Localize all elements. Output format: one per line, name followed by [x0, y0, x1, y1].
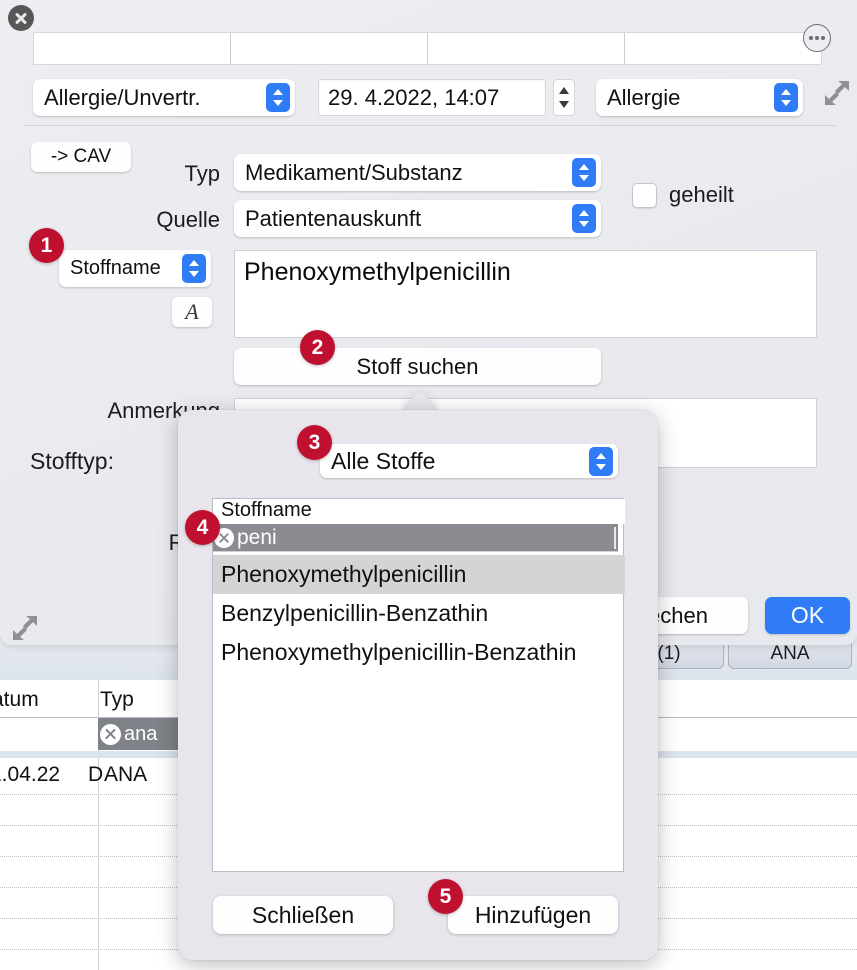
stoffname-popup-label: Stoffname — [70, 257, 161, 279]
stofftyp-popup-label: Alle Stoffe — [331, 447, 436, 474]
top-toolbar — [33, 32, 822, 65]
date-value: 29. 4.2022, 14:07 — [328, 84, 500, 110]
substance-text-value: Phenoxymethylpenicillin — [244, 258, 511, 286]
step-badge-4: 4 — [185, 510, 220, 545]
geheilt-checkbox[interactable] — [632, 182, 657, 208]
stofftyp-label: Stofftyp: — [30, 448, 114, 474]
resize-handle-icon[interactable] — [824, 80, 850, 106]
text-caret — [614, 527, 616, 549]
list-item[interactable]: Phenoxymethylpenicillin-Benzathin — [213, 633, 625, 672]
screen-root: (1) ANA atum Typ ana 1.04.22 D ANA — [0, 0, 857, 970]
chevron-updown-icon — [572, 204, 596, 233]
step-badge-5: 5 — [428, 879, 463, 914]
table-filter-field[interactable]: ana — [98, 718, 180, 750]
step-badge-3: 3 — [297, 425, 332, 460]
category-popup-button[interactable]: Allergie/Unvertr. — [33, 79, 295, 116]
typ-popup-label: Medikament/Substanz — [245, 159, 463, 185]
hinzufuegen-button[interactable]: Hinzufügen — [448, 896, 618, 934]
step-badge-2: 2 — [300, 330, 335, 365]
typ-popup-button[interactable]: Medikament/Substanz — [234, 154, 601, 191]
chevron-updown-icon — [266, 83, 290, 112]
chevron-updown-icon — [589, 446, 613, 476]
toolbar-segment-3[interactable] — [428, 33, 625, 64]
toolbar-segment-1[interactable] — [34, 33, 231, 64]
column-header-datum[interactable]: atum — [0, 688, 39, 712]
kind-popup-button[interactable]: Allergie — [596, 79, 803, 116]
list-item[interactable]: Phenoxymethylpenicillin — [213, 555, 625, 594]
cav-button[interactable]: -> CAV — [31, 142, 131, 172]
geheilt-checkbox-row[interactable]: geheilt — [632, 182, 734, 208]
chevron-updown-icon — [182, 254, 206, 283]
toolbar-segment-4[interactable] — [625, 33, 821, 64]
quelle-label: Quelle — [156, 207, 220, 232]
geheilt-label: geheilt — [669, 182, 734, 207]
category-popup-label: Allergie/Unvertr. — [44, 84, 201, 110]
schliessen-button[interactable]: Schließen — [213, 896, 393, 934]
cell-typ-prefix: D — [88, 763, 104, 786]
quelle-popup-button[interactable]: Patientenauskunft — [234, 200, 601, 237]
date-field[interactable]: 29. 4.2022, 14:07 — [318, 79, 546, 116]
step-badge-1: 1 — [29, 228, 64, 263]
chevron-updown-icon — [572, 158, 596, 187]
kind-popup-label: Allergie — [607, 84, 681, 110]
substance-textarea[interactable]: Phenoxymethylpenicillin — [234, 250, 817, 338]
list-column-header[interactable]: Stoffname — [213, 499, 625, 524]
typ-label: Typ — [184, 161, 220, 186]
close-icon[interactable] — [8, 5, 34, 31]
toolbar-segment-2[interactable] — [231, 33, 428, 64]
text-format-button[interactable]: A — [172, 297, 212, 327]
list-item[interactable]: Benzylpenicillin-Benzathin — [213, 594, 625, 633]
clear-icon[interactable] — [100, 723, 121, 745]
resize-handle-icon[interactable] — [12, 615, 38, 641]
list-search-field[interactable]: peni — [213, 524, 618, 552]
cell-typ: ANA — [104, 763, 148, 786]
stoffname-popup-button[interactable]: Stoffname — [59, 250, 211, 287]
stoff-suchen-button[interactable]: Stoff suchen — [234, 348, 601, 385]
substance-list: Stoffname peni Phenoxymethylpenicillin B… — [212, 498, 625, 872]
column-header-typ[interactable]: Typ — [100, 688, 134, 712]
quelle-popup-label: Patientenauskunft — [245, 205, 422, 231]
date-stepper[interactable] — [553, 79, 575, 116]
stofftyp-popup-button[interactable]: Alle Stoffe — [320, 444, 618, 478]
popover-arrow — [400, 388, 440, 412]
section-divider — [24, 125, 836, 126]
chevron-updown-icon — [774, 83, 798, 112]
cell-datum: 1.04.22 — [0, 763, 61, 786]
ok-button[interactable]: OK — [765, 597, 850, 634]
more-options-icon[interactable] — [803, 24, 831, 52]
table-filter-value: ana — [124, 722, 158, 745]
list-search-value: peni — [237, 525, 277, 549]
